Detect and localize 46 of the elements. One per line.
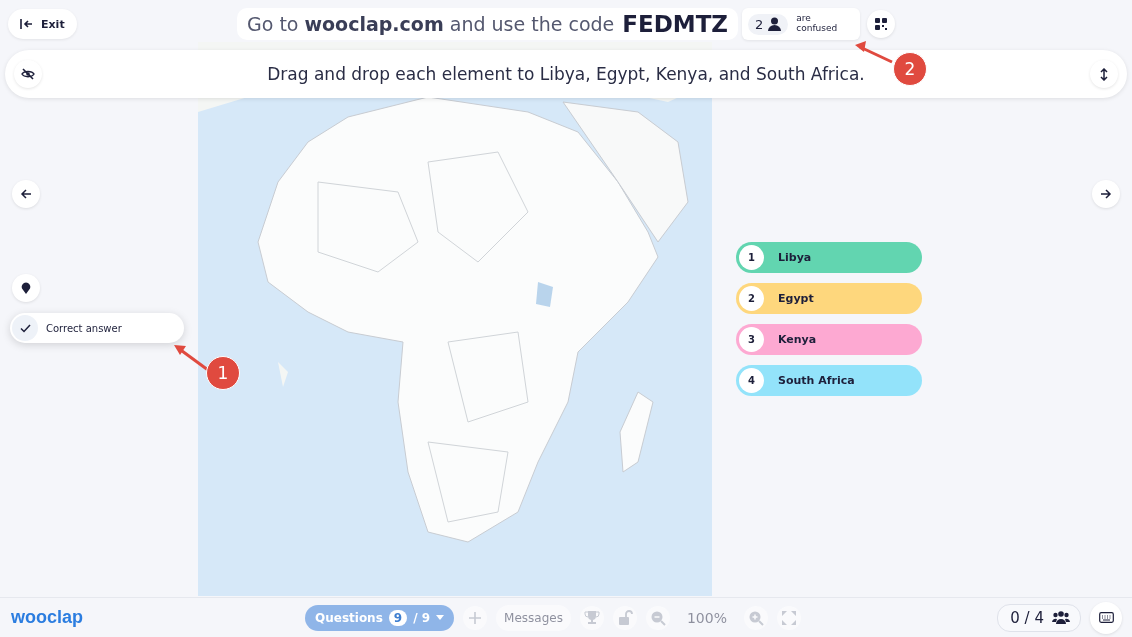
label-name: Libya bbox=[778, 251, 812, 264]
draggable-label[interactable]: 3 Kenya bbox=[736, 324, 922, 355]
label-name: South Africa bbox=[778, 374, 855, 387]
correct-answer-toggle[interactable]: Correct answer bbox=[10, 313, 184, 343]
draggable-label[interactable]: 1 Libya bbox=[736, 242, 922, 273]
vertical-arrows-icon bbox=[1100, 67, 1108, 81]
fullscreen-icon bbox=[781, 609, 797, 626]
trophy-icon bbox=[583, 609, 600, 626]
arrow-left-icon bbox=[20, 188, 32, 200]
pin-button[interactable] bbox=[12, 274, 40, 302]
exit-button[interactable]: Exit bbox=[8, 9, 77, 39]
confused-label: are confused bbox=[796, 14, 839, 34]
question-text: Drag and drop each element to Libya, Egypt, Kenya, and South Africa. bbox=[267, 64, 865, 84]
draggable-label[interactable]: 4 South Africa bbox=[736, 365, 922, 396]
check-icon bbox=[19, 323, 31, 333]
label-name: Kenya bbox=[778, 333, 817, 346]
zoom-out-icon bbox=[649, 609, 666, 626]
people-icon bbox=[1052, 611, 1070, 624]
lock-icon bbox=[616, 609, 633, 626]
caret-icon bbox=[436, 615, 445, 620]
next-button[interactable] bbox=[1092, 180, 1120, 208]
label-number: 4 bbox=[739, 368, 764, 393]
participants-count: 0 / 4 bbox=[1010, 608, 1044, 627]
label-name: Egypt bbox=[778, 292, 814, 305]
zoom-level: 100% bbox=[685, 608, 728, 628]
pin-icon bbox=[21, 282, 31, 294]
hide-button[interactable] bbox=[14, 60, 42, 88]
confused-count: 2 bbox=[755, 16, 764, 32]
resize-button[interactable] bbox=[1090, 60, 1118, 88]
label-number: 2 bbox=[739, 286, 764, 311]
person-icon bbox=[768, 17, 782, 31]
zoom-in-icon bbox=[748, 609, 764, 626]
keyboard-button[interactable] bbox=[1090, 601, 1122, 634]
logo: wooclap bbox=[11, 607, 83, 628]
join-code: FEDMTZ bbox=[622, 11, 729, 37]
plus-icon bbox=[467, 609, 484, 626]
qr-code-icon bbox=[875, 18, 887, 30]
label-number: 1 bbox=[739, 245, 764, 270]
draggable-label[interactable]: 2 Egypt bbox=[736, 283, 922, 314]
keyboard-icon bbox=[1098, 612, 1114, 623]
label-number: 3 bbox=[739, 327, 764, 352]
arrow-right-icon bbox=[1100, 188, 1112, 200]
join-instruction: Go to wooclap.com and use the code bbox=[247, 13, 615, 35]
exit-icon bbox=[20, 18, 33, 30]
qr-code-button[interactable] bbox=[867, 10, 895, 38]
previous-button[interactable] bbox=[12, 180, 40, 208]
